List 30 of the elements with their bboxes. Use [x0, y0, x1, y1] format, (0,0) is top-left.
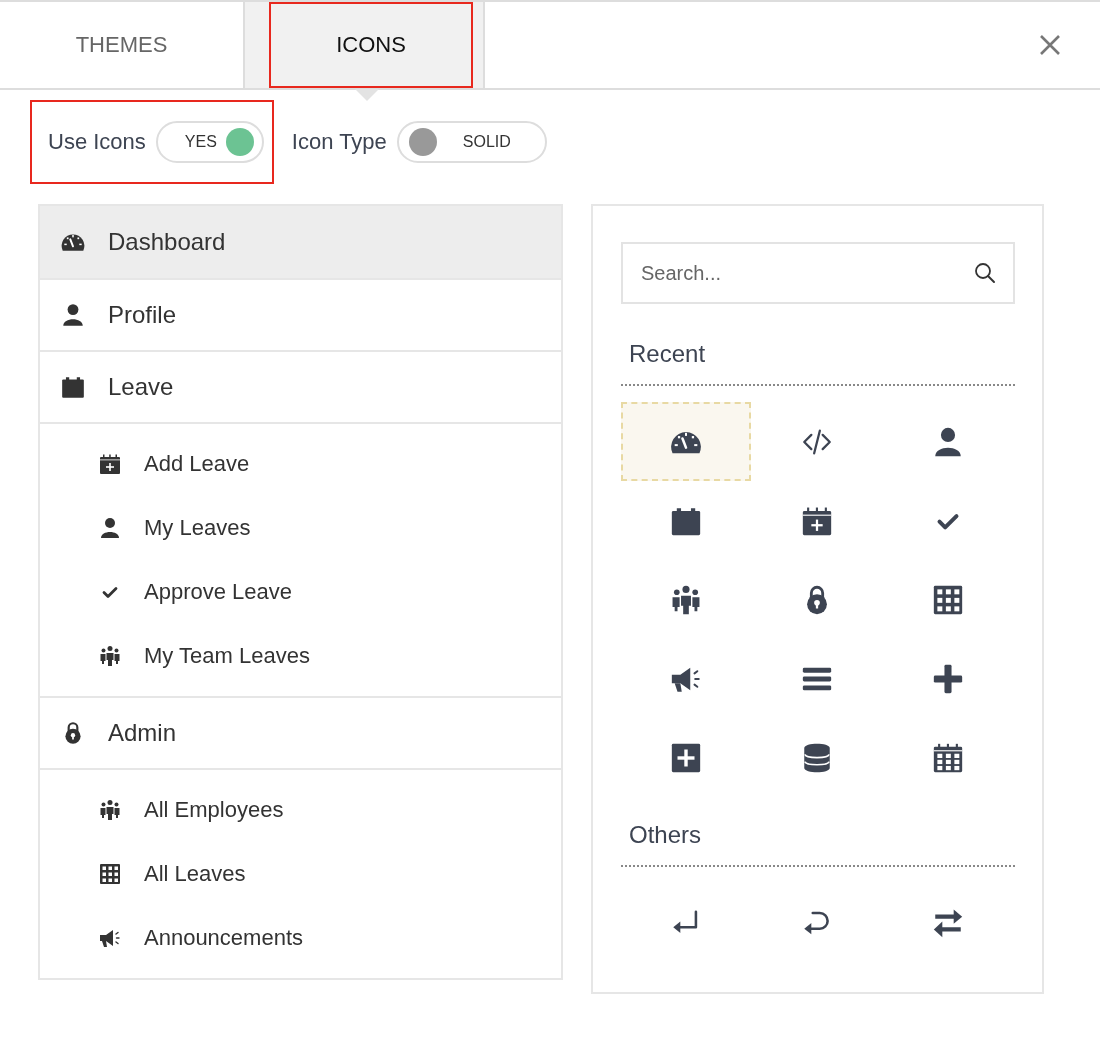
person-icon — [60, 302, 86, 328]
search-icon — [973, 261, 997, 285]
menu-item[interactable]: Leave — [40, 350, 561, 422]
tab[interactable]: ICONS — [269, 2, 473, 88]
close-icon — [1038, 33, 1062, 57]
section-heading: Recent — [628, 339, 707, 369]
toggle-switch[interactable]: SOLID — [396, 121, 547, 163]
team-icon — [98, 644, 122, 668]
grid-icon — [98, 862, 122, 886]
search-field[interactable]: Search... — [621, 242, 1015, 304]
menu-item[interactable]: Profile — [40, 278, 561, 350]
person-icon — [98, 516, 122, 540]
calendar-icon — [60, 374, 86, 400]
setting-label: Icon Type — [291, 129, 387, 155]
submenu-item[interactable]: All Employees — [40, 778, 561, 842]
section-heading: Others — [628, 820, 703, 850]
submenu-item[interactable]: Announcements — [40, 906, 561, 970]
submenu-item[interactable]: My Team Leaves — [40, 624, 561, 688]
submenu-item[interactable]: Approve Leave — [40, 560, 561, 624]
team-icon — [98, 798, 122, 822]
toggle-switch[interactable]: YES — [155, 121, 264, 163]
tab[interactable]: THEMES — [0, 2, 243, 88]
menu-item[interactable]: Admin — [40, 696, 561, 768]
icon-option[interactable] — [621, 402, 751, 481]
submenu-item[interactable]: My Leaves — [40, 496, 561, 560]
setting-label: Use Icons — [48, 129, 146, 155]
calendar-plus-icon — [98, 452, 122, 476]
menu-item[interactable]: Dashboard — [40, 206, 561, 278]
submenu-item[interactable]: Add Leave — [40, 432, 561, 496]
submenu-item[interactable]: All Leaves — [40, 842, 561, 906]
